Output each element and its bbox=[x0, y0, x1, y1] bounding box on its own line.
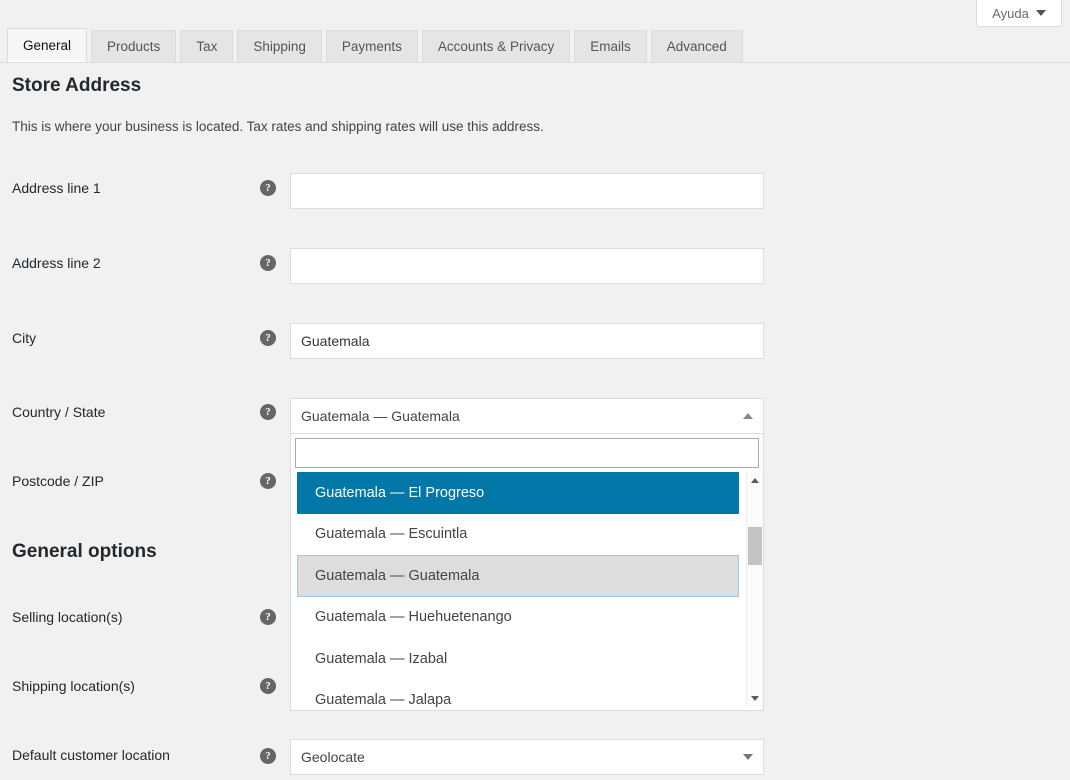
dropdown-option[interactable]: Guatemala — Jalapa bbox=[291, 680, 763, 707]
help-icon-selling-locations[interactable]: ? bbox=[260, 609, 276, 625]
tab-shipping[interactable]: Shipping bbox=[237, 30, 322, 62]
tab-emails[interactable]: Emails bbox=[574, 30, 647, 62]
help-button[interactable]: Ayuda bbox=[976, 0, 1062, 27]
scroll-up-button[interactable] bbox=[747, 472, 763, 489]
caret-down-icon bbox=[1035, 10, 1046, 16]
help-icon-address-line-2[interactable]: ? bbox=[260, 255, 276, 271]
dropdown-option[interactable]: Guatemala — Izabal bbox=[291, 638, 763, 680]
tab-tax[interactable]: Tax bbox=[180, 30, 234, 62]
help-icon-shipping-locations[interactable]: ? bbox=[260, 678, 276, 694]
label-address-line-2: Address line 2 bbox=[12, 255, 101, 271]
scrollbar-thumb[interactable] bbox=[748, 527, 762, 565]
label-selling-locations: Selling location(s) bbox=[12, 609, 123, 625]
label-default-customer-location: Default customer location bbox=[12, 747, 170, 763]
address-line-1-input[interactable] bbox=[290, 173, 764, 209]
dropdown-option[interactable]: Guatemala — Huehuetenango bbox=[291, 597, 763, 639]
label-shipping-locations: Shipping location(s) bbox=[12, 678, 135, 694]
dropdown-search-wrapper bbox=[291, 434, 763, 472]
help-icon-city[interactable]: ? bbox=[260, 330, 276, 346]
help-icon-country-state[interactable]: ? bbox=[260, 404, 276, 420]
help-button-label: Ayuda bbox=[992, 5, 1029, 21]
general-options-title: General options bbox=[12, 541, 157, 562]
section-description: This is where your business is located. … bbox=[12, 119, 544, 134]
caret-up-icon bbox=[743, 413, 753, 419]
dropdown-search-input[interactable] bbox=[295, 438, 759, 468]
country-state-select[interactable]: Guatemala — Guatemala bbox=[290, 398, 764, 434]
address-line-2-input[interactable] bbox=[290, 248, 764, 284]
settings-tab-bar: General Products Tax Shipping Payments Accoun… bbox=[0, 28, 1070, 63]
default-customer-location-select[interactable]: Geolocate bbox=[290, 739, 764, 775]
default-customer-location-value: Geolocate bbox=[301, 749, 365, 765]
country-state-selected-value: Guatemala — Guatemala bbox=[301, 408, 460, 424]
help-icon-postcode-zip[interactable]: ? bbox=[260, 473, 276, 489]
scroll-down-button[interactable] bbox=[747, 690, 763, 707]
tab-advanced[interactable]: Advanced bbox=[650, 30, 743, 62]
tab-products[interactable]: Products bbox=[91, 30, 177, 62]
label-city: City bbox=[12, 330, 37, 346]
tab-general[interactable]: General bbox=[7, 28, 88, 62]
arrow-up-icon bbox=[751, 478, 759, 483]
help-icon-address-line-1[interactable]: ? bbox=[260, 180, 276, 196]
tab-list: General Products Tax Shipping Payments Accoun… bbox=[7, 28, 747, 62]
dropdown-option[interactable]: Guatemala — El Progreso bbox=[297, 472, 739, 514]
tab-accounts-privacy[interactable]: Accounts & Privacy bbox=[421, 30, 571, 62]
country-state-dropdown: Guatemala — El Progreso Guatemala — Escui… bbox=[290, 434, 764, 711]
page-title: Store Address bbox=[12, 75, 142, 96]
label-address-line-1: Address line 1 bbox=[12, 180, 101, 196]
label-country-state: Country / State bbox=[12, 404, 106, 420]
tab-payments[interactable]: Payments bbox=[325, 30, 418, 62]
dropdown-option[interactable]: Guatemala — Guatemala bbox=[297, 555, 739, 597]
caret-down-icon bbox=[743, 754, 753, 760]
dropdown-scrollbar[interactable] bbox=[746, 472, 763, 707]
city-input[interactable] bbox=[290, 323, 764, 359]
dropdown-option[interactable]: Guatemala — Escuintla bbox=[291, 514, 763, 556]
label-postcode-zip: Postcode / ZIP bbox=[12, 473, 104, 489]
arrow-down-icon bbox=[751, 696, 759, 701]
help-icon-default-customer-location[interactable]: ? bbox=[260, 748, 276, 764]
dropdown-options-list[interactable]: Guatemala — El Progreso Guatemala — Escui… bbox=[291, 472, 763, 707]
